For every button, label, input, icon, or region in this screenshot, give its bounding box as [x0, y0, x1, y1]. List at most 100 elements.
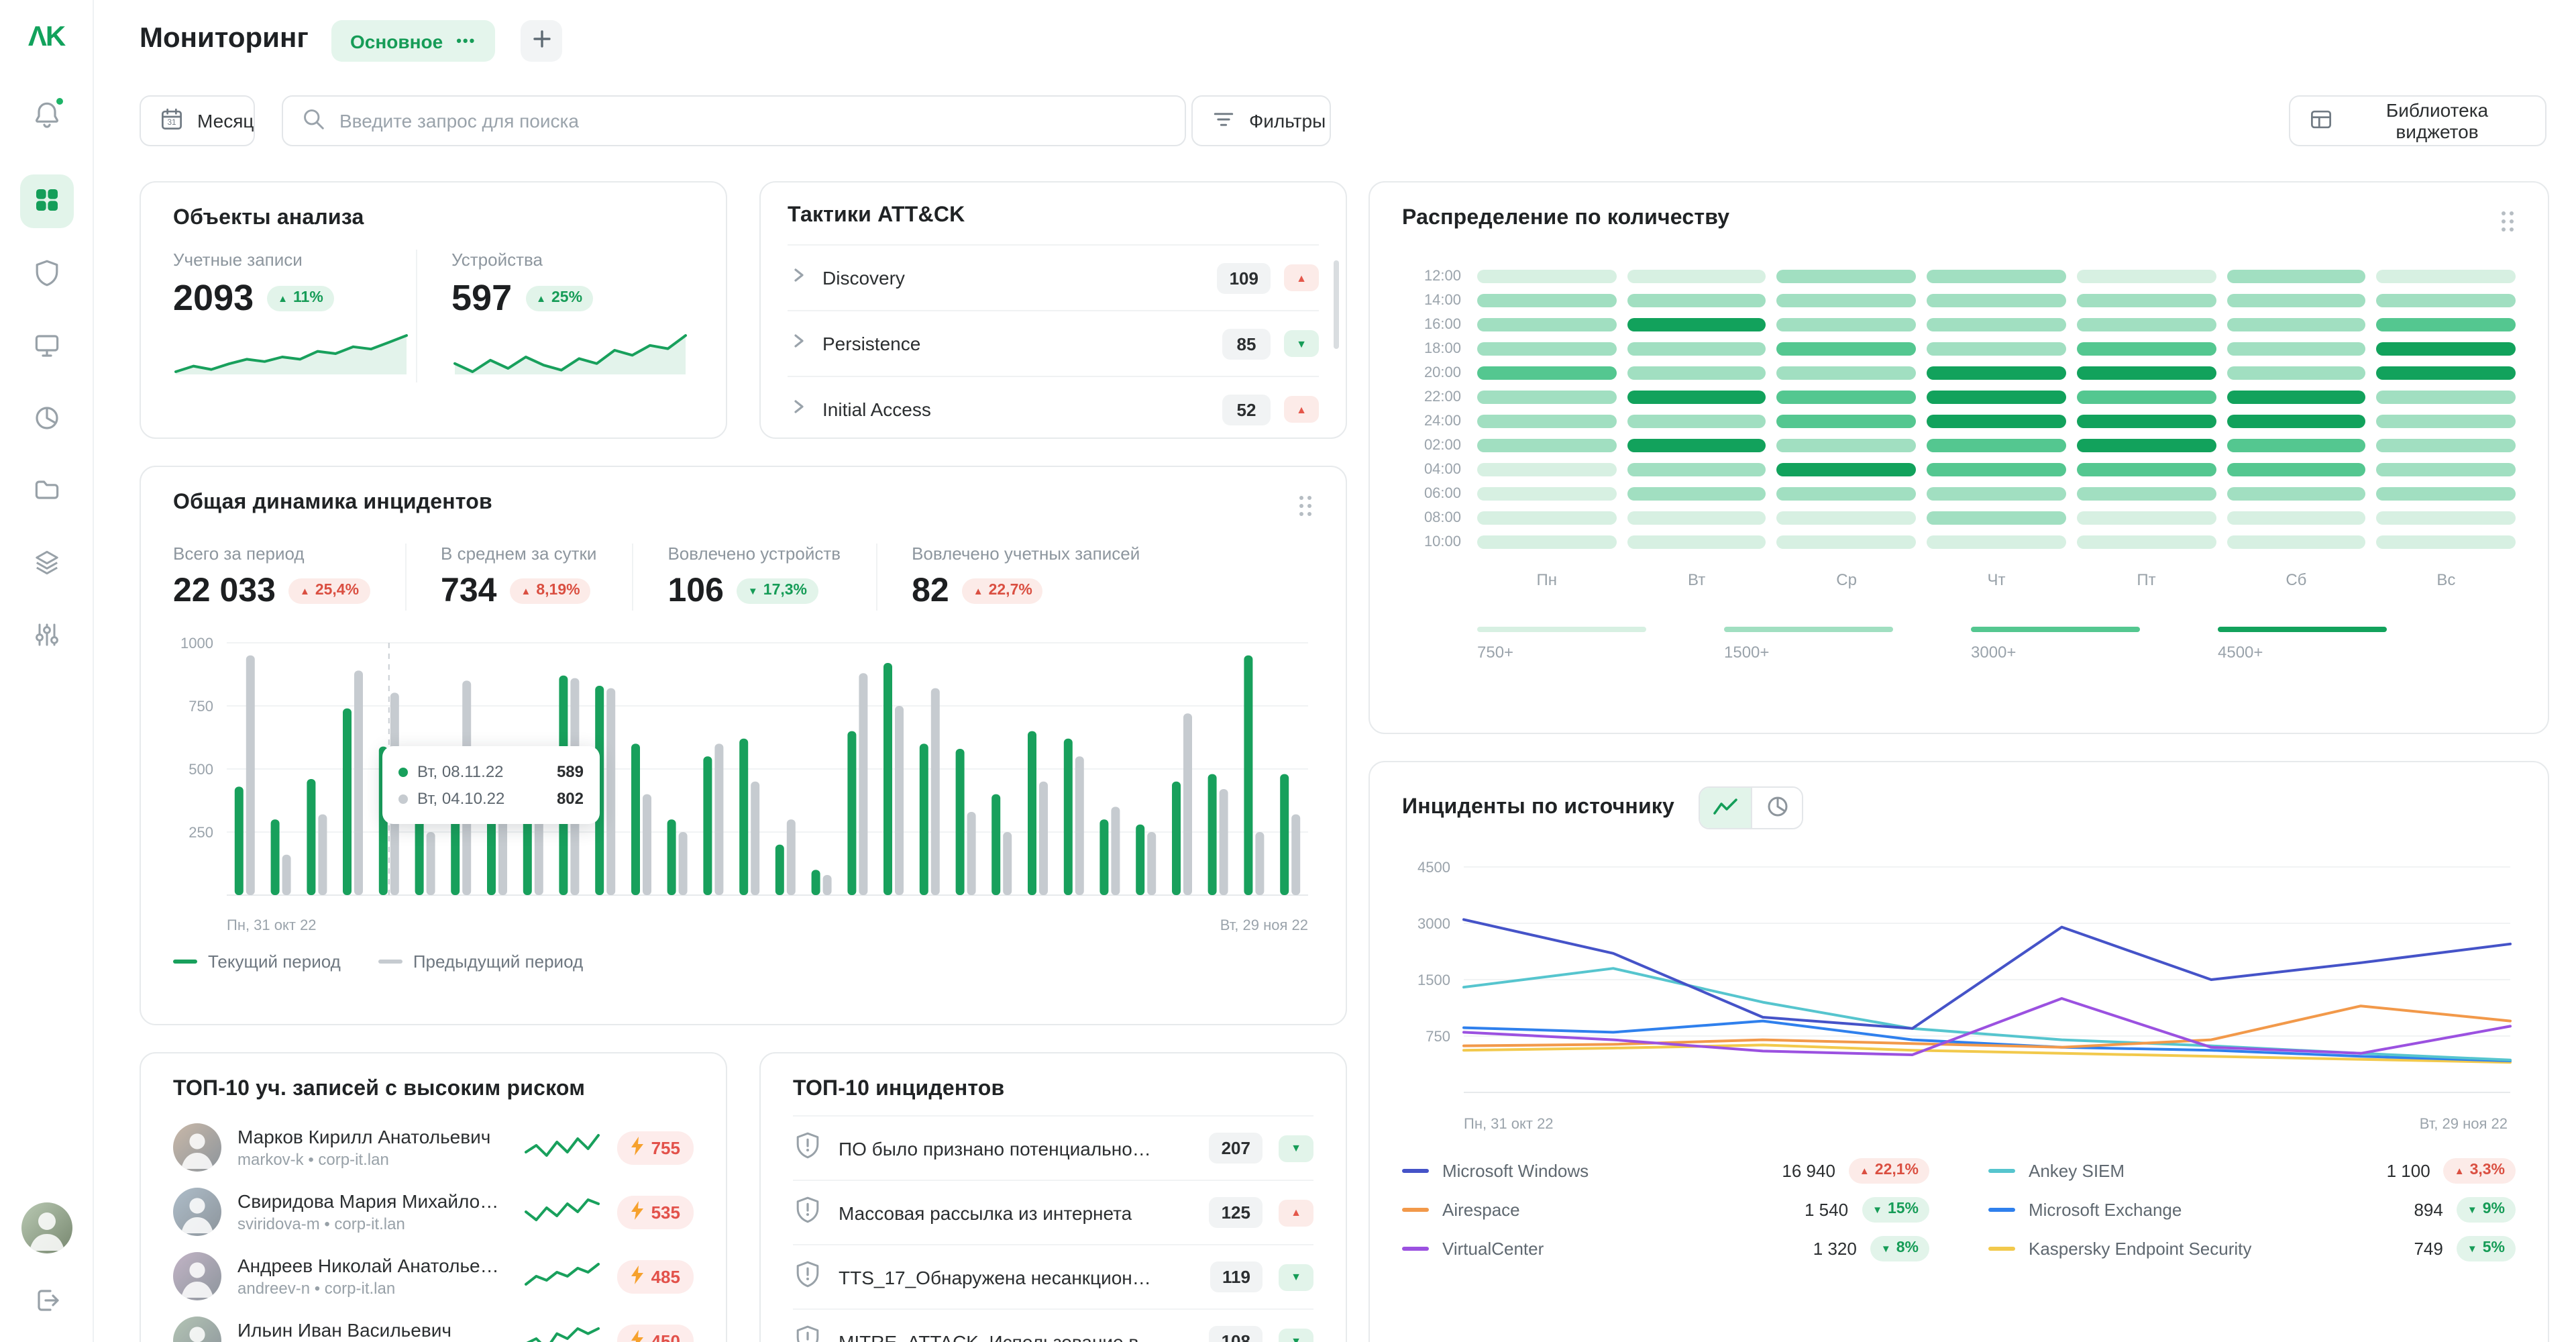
svg-text:250: 250 [189, 824, 213, 841]
attack-list: Discovery109▲Persistence85▼Initial Acces… [788, 244, 1319, 442]
heatmap-cell [2077, 487, 2216, 501]
time-label: 24:00 [1402, 413, 1466, 429]
source-legend-item: Kaspersky Endpoint Security749▼5% [1988, 1229, 2516, 1268]
card-title: Общая динамика инцидентов [173, 491, 492, 515]
risk-bolt-icon [631, 1329, 645, 1342]
heatmap-row: 10:00 [1402, 530, 2516, 554]
sidebar-item-settings[interactable] [19, 609, 73, 663]
legend-label: Предыдущий период [413, 951, 583, 972]
account-row[interactable]: Андреев Николай Анатольевичandreev-n • c… [173, 1244, 694, 1308]
heatmap-cell [1777, 439, 1916, 452]
sparkline [524, 1323, 602, 1342]
tab-main[interactable]: Основное ••• [331, 20, 494, 62]
heatmap-cell [2377, 511, 2516, 525]
line-view-button[interactable] [1700, 788, 1751, 828]
metric-sparkline [173, 330, 415, 382]
pie-view-button[interactable] [1751, 788, 1802, 828]
sparkline [524, 1194, 602, 1223]
add-tab-button[interactable] [521, 20, 562, 62]
notifications-button[interactable] [19, 89, 73, 142]
incident-shield-icon [793, 1194, 822, 1231]
heatmap-cell [1777, 270, 1916, 283]
card-title: Объекты анализа [173, 207, 694, 231]
legend-item: Текущий период [173, 951, 341, 972]
heatmap-cell [1477, 487, 1616, 501]
sidebar-item-files[interactable] [19, 464, 73, 518]
time-label: 20:00 [1402, 365, 1466, 381]
sidebar-item-dashboard[interactable] [19, 174, 73, 228]
heatmap-cell [1777, 366, 1916, 380]
drag-handle-icon[interactable] [1297, 494, 1313, 525]
heatmap-cell [1627, 366, 1766, 380]
sidebar-item-layers[interactable] [19, 537, 73, 590]
heatmap-cell [1477, 270, 1616, 283]
svg-text:500: 500 [189, 761, 213, 778]
account-row[interactable]: Свиридова Мария Михайловнаsviridova-m • … [173, 1180, 694, 1244]
heatmap-cell [2377, 318, 2516, 331]
metric: Устройства597▲25% [415, 250, 694, 382]
search-icon [301, 105, 327, 136]
count-badge: 125 [1210, 1197, 1263, 1228]
stat-label: Всего за период [173, 544, 370, 564]
attack-tactic-row[interactable]: Persistence85▼ [788, 310, 1319, 376]
heatmap-cell [2377, 487, 2516, 501]
logout-button[interactable] [19, 1275, 73, 1329]
metric-value: 2093 [173, 278, 254, 319]
attack-tactic-row[interactable]: Initial Access52▲ [788, 376, 1319, 442]
incident-row[interactable]: ПО было признано потенциально…207▼ [793, 1115, 1313, 1180]
incident-name: MITRE_ATTACK_Использование в… [839, 1331, 1193, 1342]
heatmap-cell [1777, 487, 1916, 501]
user-avatar[interactable] [21, 1202, 72, 1253]
source-name: Airespace [1442, 1200, 1768, 1220]
dynamics-legend: Текущий период Предыдущий период [173, 951, 1313, 972]
heatmap-cell [2077, 535, 2216, 549]
legend-swatch [1971, 627, 2140, 632]
sparkline [524, 1258, 602, 1288]
stat-delta-badge: ▼17,3% [737, 578, 818, 605]
heatmap-cell [2377, 391, 2516, 404]
time-label: 02:00 [1402, 437, 1466, 454]
search-input[interactable] [339, 110, 1167, 132]
period-button[interactable]: 31 Месяц [140, 95, 255, 146]
account-row[interactable]: Марков Кирилл Анатольевичmarkov-k • corp… [173, 1115, 694, 1180]
heatmap-cell [1927, 366, 2065, 380]
sidebar-item-security[interactable] [19, 247, 73, 301]
heatmap-row: 20:00 [1402, 361, 2516, 385]
heatmap-cell [1477, 294, 1616, 307]
tab-more-menu[interactable]: ••• [456, 33, 476, 49]
tooltip-row: Вт, 04.10.22802 [398, 785, 584, 812]
incident-row[interactable]: TTS_17_Обнаружена несанкцион…119▼ [793, 1244, 1313, 1308]
incident-row[interactable]: Массовая рассылка из интернета125▲ [793, 1180, 1313, 1244]
heatmap-cell [1477, 391, 1616, 404]
source-delta-badge: ▼15% [1862, 1197, 1929, 1223]
heatmap-cell [2226, 415, 2365, 428]
filters-button[interactable]: Фильтры [1191, 95, 1331, 146]
drag-handle-icon[interactable] [2500, 209, 2516, 240]
svg-text:1000: 1000 [180, 635, 213, 652]
sidebar-item-reports[interactable] [19, 392, 73, 446]
count-badge: 109 [1218, 262, 1271, 293]
source-legend-item: Airespace1 540▼15% [1402, 1190, 1929, 1229]
heatmap-row: 02:00 [1402, 433, 2516, 458]
metric-label: Устройства [451, 250, 694, 270]
sidebar-item-devices[interactable] [19, 319, 73, 373]
stat: В среднем за сутки734▲8,19% [405, 544, 631, 611]
widget-library-button[interactable]: Библиотека виджетов [2289, 95, 2546, 146]
heatmap-cell [2226, 318, 2365, 331]
app-logo[interactable]: ΛK [28, 19, 64, 56]
time-label: 12:00 [1402, 268, 1466, 285]
incident-row[interactable]: MITRE_ATTACK_Использование в…108▼ [793, 1308, 1313, 1342]
account-row[interactable]: Ильин Иван Васильевичilin-i • corp-it.la… [173, 1308, 694, 1342]
heatmap-cell [1927, 270, 2065, 283]
heatmap-cell [2077, 463, 2216, 476]
sidebar: ΛK [0, 0, 94, 1342]
heatmap-cell [1927, 415, 2065, 428]
heatmap-cell [2226, 391, 2365, 404]
scrollbar-thumb[interactable] [1334, 260, 1339, 349]
search-field[interactable] [282, 95, 1186, 146]
heatmap-row: 06:00 [1402, 482, 2516, 506]
time-label: 06:00 [1402, 486, 1466, 502]
x-axis-start: Пн, 31 окт 22 [1464, 1117, 1554, 1133]
attack-tactic-row[interactable]: Discovery109▲ [788, 244, 1319, 310]
stat-delta-badge: ▲8,19% [510, 578, 590, 605]
